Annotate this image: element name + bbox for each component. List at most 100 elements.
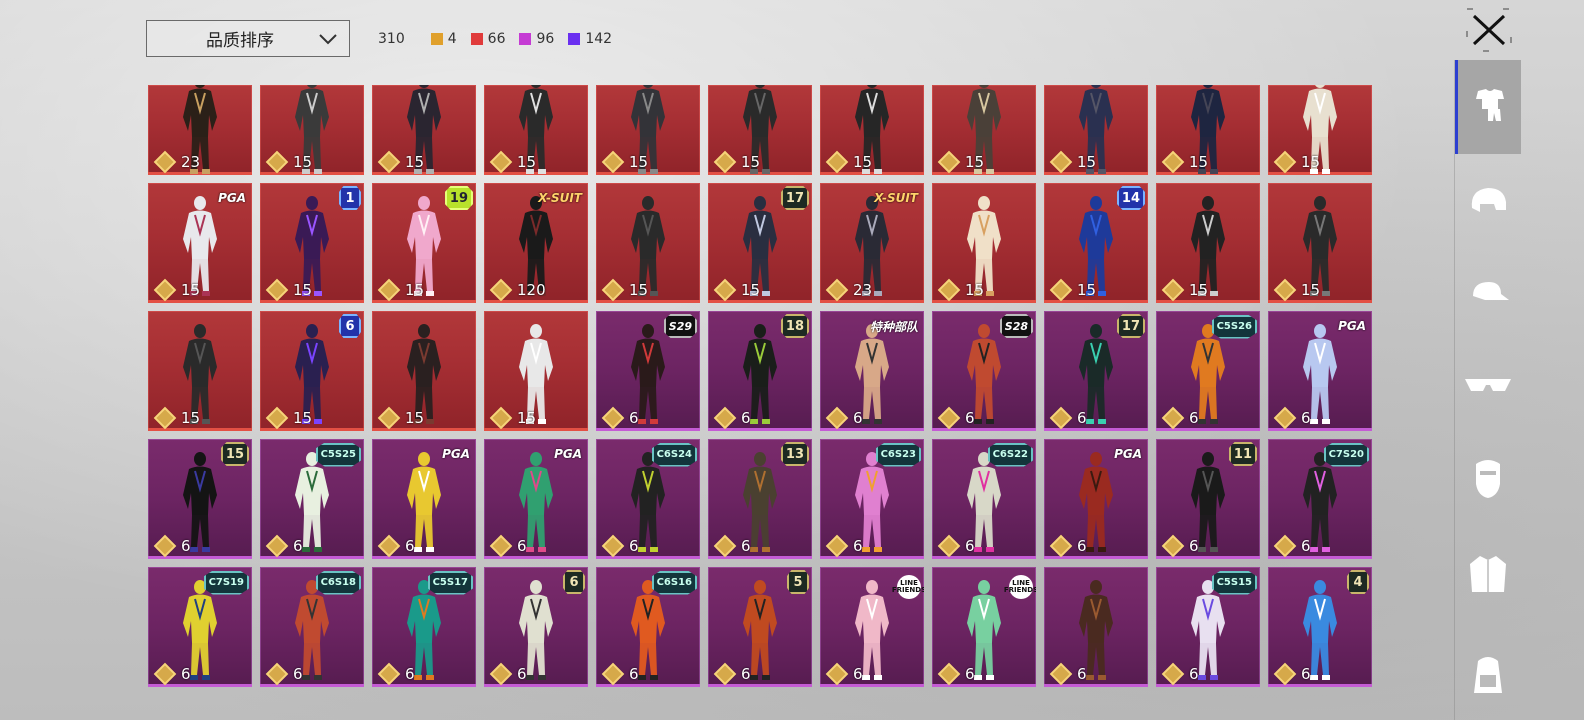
outfit-item-tile[interactable]: 18 6 [708,311,812,431]
outfit-item-tile[interactable]: 17 6 [1044,311,1148,431]
quality-swatch [568,33,581,45]
item-price: 15 [377,406,425,430]
outfit-item-tile[interactable]: 11 6 [1156,439,1260,559]
item-price: 15 [601,150,648,174]
outfit-item-tile[interactable]: 15 [820,85,924,175]
outfit-item-tile[interactable]: 66 [484,567,588,687]
outfit-item-tile[interactable]: 特种部队 6 [820,311,924,431]
tab-mask[interactable] [1455,450,1521,512]
quality-counts: 4 66 96 142 [430,31,626,47]
item-badge: S28 [999,314,1033,338]
outfit-item-tile[interactable]: 15 [1156,85,1260,175]
outfit-item-tile[interactable]: C5S15 6 [1156,567,1260,687]
outfit-item-tile[interactable]: S29 6 [596,311,700,431]
outfit-item-tile[interactable]: C5S26 6 [1156,311,1260,431]
outfit-item-tile[interactable]: LINE FRIENDS 6 [932,567,1036,687]
coin-icon [713,406,737,430]
outfit-item-tile[interactable]: 15 [1044,85,1148,175]
tab-backpack[interactable] [1455,646,1521,708]
outfit-item-tile[interactable]: 6 15 [260,311,364,431]
outfit-item-tile[interactable]: 46 [1268,567,1372,687]
outfit-item-tile[interactable]: PGA 6 [484,439,588,559]
item-price: 15 [265,278,312,302]
item-price: 6 [825,406,863,430]
outfit-item-tile[interactable]: C6S23 6 [820,439,924,559]
outfit-item-tile[interactable]: 19 15 [372,183,476,303]
item-badge: PGA [442,447,470,461]
item-price-value: 6 [629,409,639,427]
outfit-item-tile[interactable]: 6 [1044,567,1148,687]
outfit-item-tile[interactable]: 15 [708,85,812,175]
outfit-item-tile[interactable]: C6S24 6 [596,439,700,559]
outfit-item-tile[interactable]: 15 [372,311,476,431]
item-price: 120 [489,278,546,302]
outfit-item-tile[interactable]: C6S22 6 [932,439,1036,559]
outfit-item-tile[interactable]: C7S20 6 [1268,439,1372,559]
outfit-item-tile[interactable]: C5S17 6 [372,567,476,687]
coin-icon [1049,662,1073,686]
item-price-value: 15 [405,409,425,427]
outfit-item-tile[interactable]: 1 15 [260,183,364,303]
outfit-item-tile[interactable]: 15 [484,85,588,175]
outfit-item-tile[interactable]: 15 [1268,85,1372,175]
helmet-icon [1466,184,1510,222]
item-price-value: 6 [293,537,303,555]
outfit-item-tile[interactable]: C6S16 6 [596,567,700,687]
outfit-item-tile[interactable]: 15 [484,311,588,431]
outfit-item-tile[interactable]: PGA 15 [148,183,252,303]
item-badge: 18 [780,314,809,338]
item-price-value: 6 [517,537,527,555]
coin-icon [601,662,625,686]
outfit-item-tile[interactable]: C7S19 6 [148,567,252,687]
outfit-item-tile[interactable]: 15 6 [148,439,252,559]
close-icon[interactable] [1466,8,1512,52]
outfit-item-tile[interactable]: S28 6 [932,311,1036,431]
item-price-value: 15 [1077,281,1097,299]
tab-glasses[interactable] [1455,356,1521,418]
item-price: 15 [601,278,648,302]
outfit-item-tile[interactable]: X-SUIT 120 [484,183,588,303]
outfit-item-tile[interactable]: 23 [148,85,252,175]
outfit-item-tile[interactable]: LINE FRIENDS 6 [820,567,924,687]
item-badge: X-SUIT [874,191,918,205]
outfit-item-tile[interactable]: 17 15 [708,183,812,303]
item-price: 23 [825,278,872,302]
item-price-value: 6 [741,537,751,555]
outfit-item-tile[interactable]: 15 [932,183,1036,303]
item-badge: 6 [339,314,361,338]
item-price-value: 6 [629,665,639,683]
tab-outfit[interactable] [1455,60,1521,154]
tab-jacket[interactable] [1455,544,1521,606]
outfit-item-tile[interactable]: 56 [708,567,812,687]
quality-swatch [470,33,483,45]
outfit-item-tile[interactable]: 15 [596,85,700,175]
outfit-item-tile[interactable]: C5S25 6 [260,439,364,559]
item-badge: PGA [554,447,582,461]
outfit-item-tile[interactable]: 15 [596,183,700,303]
tab-cap[interactable] [1455,264,1521,326]
outfit-item-tile[interactable]: 15 [260,85,364,175]
outfit-item-tile[interactable]: 15 [372,85,476,175]
item-price: 15 [1161,278,1208,302]
sort-dropdown[interactable]: 品质排序 [146,20,350,57]
outfit-item-tile[interactable]: 15 [1156,183,1260,303]
item-price: 15 [153,406,200,430]
outfit-item-tile[interactable]: 15 [148,311,252,431]
outfit-item-tile[interactable]: 15 [1268,183,1372,303]
item-price-value: 15 [853,153,873,171]
tab-helmet[interactable] [1455,172,1521,234]
outfit-item-tile[interactable]: PGA 6 [372,439,476,559]
outfit-item-tile[interactable]: PGA 6 [1044,439,1148,559]
outfit-item-tile[interactable]: 15 [932,85,1036,175]
outfit-item-tile[interactable]: PGA 6 [1268,311,1372,431]
outfit-item-tile[interactable]: X-SUIT 23 [820,183,924,303]
outfit-item-tile[interactable]: 13 6 [708,439,812,559]
item-price: 6 [265,662,303,686]
outfit-item-tile[interactable]: C6S18 6 [260,567,364,687]
item-price: 6 [1161,534,1199,558]
item-badge: 13 [780,442,809,466]
outfit-item-tile[interactable]: 14 15 [1044,183,1148,303]
mask-icon [1473,458,1503,504]
coin-icon [377,406,401,430]
coin-icon [937,278,961,302]
